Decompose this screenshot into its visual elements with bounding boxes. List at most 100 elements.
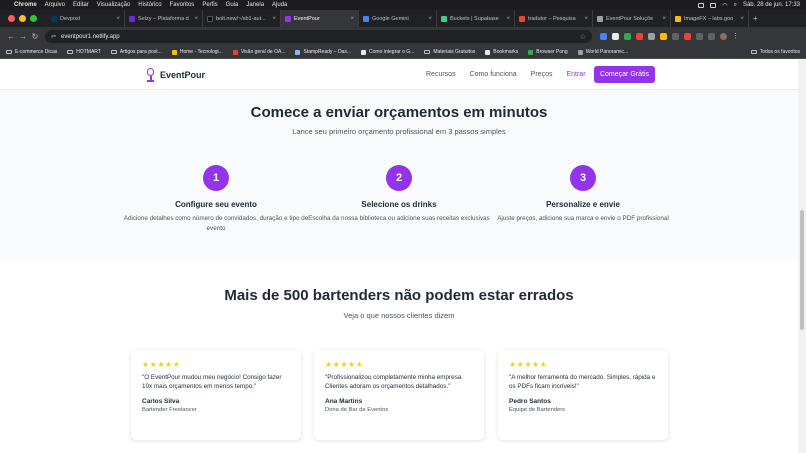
menu-item-historico[interactable]: Histórico [138,2,161,8]
bookmark-favicon-icon [171,49,177,55]
all-bookmarks[interactable]: Todos os favoritos [750,49,800,55]
menu-app-name[interactable]: Chrome [14,2,37,8]
wifi-icon[interactable]: ◠ [722,2,727,9]
tab-bolt[interactable]: bolt.new/~/sb1-aut... × [203,10,281,27]
close-tab-icon[interactable]: × [506,16,510,22]
bookmarks-bar: E-commerce Dicas HOTMART Artigos para po… [0,46,806,59]
nav-link-como-funciona[interactable]: Como funciona [470,71,517,78]
search-icon[interactable]: ⌕ [734,2,737,9]
bookmark-label: Visão geral de OA... [240,49,286,55]
tab-imagefx[interactable]: ImageFX – labs.goo × [671,10,749,27]
browser-toolbar: ← → ↻ ⇌ eventpour1.netlify.app ☆ ⋮ [0,27,806,46]
bookmark-item[interactable]: Bookmarks [485,49,518,55]
status-icon[interactable] [698,2,705,8]
extension-icon[interactable] [612,33,619,40]
scrollbar-thumb[interactable] [800,210,804,330]
testimonial-card: ★★★★★ "Profissionalizou completamente mi… [314,350,484,440]
close-tab-icon[interactable]: × [740,16,744,22]
extension-icon[interactable] [672,33,679,40]
menu-item-guia[interactable]: Guia [226,2,239,8]
bookmark-item[interactable]: StampReady – Das... [295,49,351,55]
favicon-icon [441,15,447,22]
bookmark-item[interactable]: Home - Tecnologi... [171,49,223,55]
minimize-window-button[interactable] [19,15,26,22]
nav-link-precos[interactable]: Preços [531,71,553,78]
close-tab-icon[interactable]: × [662,16,666,22]
extension-icon[interactable] [660,33,667,40]
new-tab-icon[interactable]: + [753,14,758,23]
back-icon[interactable]: ← [5,32,17,41]
menu-item-ajuda[interactable]: Ajuda [272,2,287,8]
favicon-icon [285,15,291,22]
address-bar[interactable]: ⇌ eventpour1.netlify.app ☆ [45,30,592,43]
site-logo[interactable]: EventPour [146,68,205,82]
nav-link-entrar[interactable]: Entrar [566,71,585,78]
menu-clock[interactable]: Sáb. 28 de jun. 17:33 [743,2,800,8]
bookmark-favicon-icon [528,49,534,55]
bookmark-label: Como integrar o G... [369,49,415,55]
site-info-icon[interactable]: ⇌ [51,33,56,40]
tab-supabase[interactable]: Buckets | Supabase × [437,10,515,27]
testimonial-author: Carlos Silva [142,397,180,405]
brand-name: EventPour [160,70,206,80]
bookmark-item[interactable]: E-commerce Dicas [6,49,57,55]
page-scrollbar[interactable] [798,60,806,453]
close-tab-icon[interactable]: × [272,16,276,22]
avatar[interactable] [720,33,727,40]
start-free-button[interactable]: Começar Grátis [594,66,655,83]
tab-label: tradutor – Pesquisa [528,15,576,22]
bookmark-item[interactable]: Materiais Gratuitos [424,49,475,55]
tab-devpost[interactable]: Devpost × [47,10,125,27]
extension-icon[interactable] [600,33,607,40]
microphone-icon [146,68,155,82]
bookmark-item[interactable]: World Panoramic... [577,49,628,55]
forward-icon[interactable]: → [17,32,29,41]
extension-icon[interactable] [624,33,631,40]
zoom-window-button[interactable] [30,15,37,22]
extension-icon[interactable] [684,33,691,40]
menu-item-visualizacao[interactable]: Visualização [97,2,131,8]
bookmark-favicon-icon [295,49,301,55]
tab-tradutor[interactable]: tradutor – Pesquisa × [515,10,593,27]
menu-item-favoritos[interactable]: Favoritos [170,2,195,8]
step-number: 3 [570,165,596,191]
bookmark-item[interactable]: Visão geral de OA... [232,49,286,55]
step-title: Selecione os drinks [361,200,437,209]
menu-dots-icon[interactable]: ⋮ [732,33,739,40]
bookmark-item[interactable]: Artigos para post... [110,49,162,55]
tab-eventpour[interactable]: EventPour × [281,10,359,27]
step-number: 2 [386,165,412,191]
close-tab-icon[interactable]: × [116,16,120,22]
menu-item-perfis[interactable]: Perfis [202,2,217,8]
nav-link-recursos[interactable]: Recursos [426,71,456,78]
close-tab-icon[interactable]: × [584,16,588,22]
reload-icon[interactable]: ↻ [29,32,41,41]
tab-eventpour-solucoes[interactable]: EventPour Soluçõe × [593,10,671,27]
testimonial-author: Ana Martins [325,397,363,405]
close-tab-icon[interactable]: × [194,16,198,22]
menu-item-arquivo[interactable]: Arquivo [45,2,65,8]
menu-item-editar[interactable]: Editar [73,2,89,8]
close-tab-icon[interactable]: × [350,16,354,22]
web-page: EventPour Recursos Como funciona Preços … [0,60,798,453]
puzzle-icon[interactable] [696,33,703,40]
bookmark-item[interactable]: HOTMART [67,49,101,55]
tab-label: Devpost [60,15,81,22]
close-window-button[interactable] [8,15,15,22]
bookmark-item[interactable]: Como integrar o G... [361,49,414,55]
bookmark-label: E-commerce Dicas [15,49,58,55]
tab-gemini[interactable]: Google Gemini × [359,10,437,27]
extension-icon[interactable] [636,33,643,40]
close-tab-icon[interactable]: × [428,16,432,22]
menu-item-janela[interactable]: Janela [246,2,264,8]
extension-icon[interactable] [648,33,655,40]
favicon-icon [207,15,213,22]
bookmark-item[interactable]: Browser Pong [528,49,568,55]
url-text[interactable]: eventpour1.netlify.app [61,34,120,40]
site-nav-links: Recursos Como funciona Preços Entrar [426,71,586,78]
section-subtitle: Veja o que nossos clientes dizem [343,311,455,320]
bookmark-star-icon[interactable]: ☆ [580,33,586,41]
tab-selzy[interactable]: Selzy – Plataforma d × [125,10,203,27]
battery-icon[interactable] [710,2,717,8]
download-icon[interactable] [708,33,715,40]
